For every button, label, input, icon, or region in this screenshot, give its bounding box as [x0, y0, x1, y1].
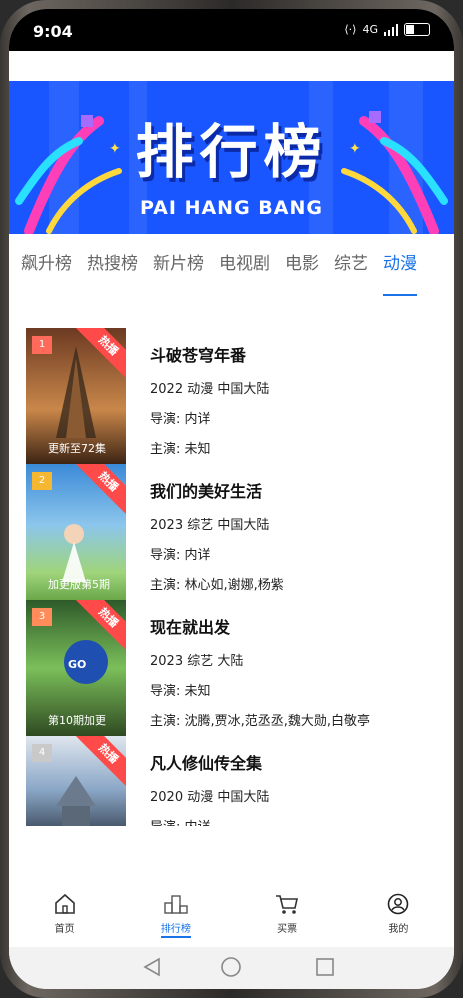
item-info: 斗破苍穹年番 2022 动漫 中国大陆 导演: 内详 主演: 未知 — [150, 342, 440, 468]
list-item[interactable]: 4 热播 凡人修仙传全集 2020 动漫 中国大陆 导演: 内详 — [26, 736, 446, 826]
item-meta: 2023 综艺 大陆 — [150, 654, 244, 669]
link-icon: ⟨·⟩ — [344, 23, 357, 36]
tab-movies[interactable]: 电影 — [285, 249, 319, 289]
tab-new-releases[interactable]: 新片榜 — [153, 249, 204, 289]
item-title[interactable]: 我们的美好生活 — [150, 478, 440, 502]
status-time: 9:04 — [33, 22, 73, 41]
item-director: 导演: 内详 — [150, 412, 211, 427]
ranking-banner: ✦ ✦ 排行榜 PAI HANG BANG — [9, 81, 454, 234]
item-meta: 2022 动漫 中国大陆 — [150, 382, 270, 397]
nav-profile-label: 我的 — [388, 924, 409, 935]
item-meta: 2020 动漫 中国大陆 — [150, 790, 270, 805]
item-director: 导演: 未知 — [150, 684, 211, 699]
tab-anime[interactable]: 动漫 — [383, 249, 417, 296]
bottom-navigation: 首页 排行榜 买票 我的 — [9, 887, 454, 943]
rank-badge: 4 — [32, 744, 52, 762]
tab-variety[interactable]: 综艺 — [334, 249, 368, 289]
status-icons: ⟨·⟩ 4G — [344, 23, 430, 36]
ranking-list: 1 热播 更新至72集 斗破苍穹年番 2022 动漫 中国大陆 导演: 内详 主… — [26, 328, 446, 826]
battery-icon — [404, 23, 430, 36]
item-cast: 主演: 未知 — [150, 442, 211, 457]
back-icon[interactable] — [143, 957, 160, 977]
category-tabs: 飙升榜 热搜榜 新片榜 电视剧 电影 综艺 动漫 — [9, 249, 454, 296]
tab-tv-series[interactable]: 电视剧 — [219, 249, 270, 289]
nav-ranking-label: 排行榜 — [160, 924, 191, 938]
poster-image[interactable]: 2 热播 加更版第5期 — [26, 464, 126, 600]
list-item[interactable]: 2 热播 加更版第5期 我们的美好生活 2023 综艺 中国大陆 导演: 内详 … — [26, 464, 446, 600]
item-director: 导演: 内详 — [150, 816, 440, 826]
item-title[interactable]: 现在就出发 — [150, 614, 440, 638]
nav-home-label: 首页 — [54, 924, 75, 935]
banner-subtitle: PAI HANG BANG — [140, 197, 323, 219]
item-info: 现在就出发 2023 综艺 大陆 导演: 未知 主演: 沈腾,贾冰,范丞丞,魏大… — [150, 614, 440, 740]
item-cast: 主演: 沈腾,贾冰,范丞丞,魏大勋,白敬亭 — [150, 714, 371, 729]
home-circle-icon[interactable] — [221, 957, 241, 977]
nav-home[interactable]: 首页 — [25, 887, 105, 943]
item-info: 凡人修仙传全集 2020 动漫 中国大陆 导演: 内详 — [150, 750, 440, 826]
system-nav-bar — [9, 947, 454, 989]
network-label: 4G — [362, 23, 378, 36]
rank-badge: 1 — [32, 336, 52, 354]
item-title[interactable]: 斗破苍穹年番 — [150, 342, 440, 366]
svg-text:GO: GO — [68, 658, 86, 671]
app-screen: 9:04 ⟨·⟩ 4G ✦ ✦ 排行榜 PAI HANG BANG 飙升榜 热搜… — [9, 9, 454, 989]
poster-image[interactable]: 4 热播 — [26, 736, 126, 826]
poster-caption: 加更版第5期 — [48, 578, 110, 591]
list-item[interactable]: 1 热播 更新至72集 斗破苍穹年番 2022 动漫 中国大陆 导演: 内详 主… — [26, 328, 446, 464]
home-icon — [54, 893, 75, 914]
item-director: 导演: 内详 — [150, 548, 211, 563]
status-bar: 9:04 ⟨·⟩ 4G — [9, 9, 454, 51]
user-icon — [388, 893, 409, 915]
list-item[interactable]: GO 3 热播 第10期加更 现在就出发 2023 综艺 大陆 导演: 未知 主… — [26, 600, 446, 736]
rank-badge: 3 — [32, 608, 52, 626]
nav-ranking[interactable]: 排行榜 — [136, 887, 216, 943]
item-cast: 主演: 林心如,谢娜,杨紫 — [150, 578, 284, 593]
recents-icon[interactable] — [316, 958, 334, 976]
ranking-icon — [164, 895, 188, 914]
item-meta: 2023 综艺 中国大陆 — [150, 518, 270, 533]
signal-icon — [384, 23, 398, 36]
cart-icon — [276, 895, 299, 914]
banner-title: 排行榜 — [135, 118, 328, 186]
nav-tickets[interactable]: 买票 — [247, 887, 327, 943]
item-info: 我们的美好生活 2023 综艺 中国大陆 导演: 内详 主演: 林心如,谢娜,杨… — [150, 478, 440, 604]
item-title[interactable]: 凡人修仙传全集 — [150, 750, 440, 774]
poster-image[interactable]: GO 3 热播 第10期加更 — [26, 600, 126, 736]
rank-badge: 2 — [32, 472, 52, 490]
tab-trending-search[interactable]: 热搜榜 — [87, 249, 138, 289]
poster-caption: 第10期加更 — [48, 714, 106, 727]
nav-profile[interactable]: 我的 — [358, 887, 438, 943]
poster-caption: 更新至72集 — [48, 442, 106, 455]
poster-image[interactable]: 1 热播 更新至72集 — [26, 328, 126, 464]
tab-soaring[interactable]: 飙升榜 — [21, 249, 72, 289]
nav-tickets-label: 买票 — [277, 924, 298, 935]
